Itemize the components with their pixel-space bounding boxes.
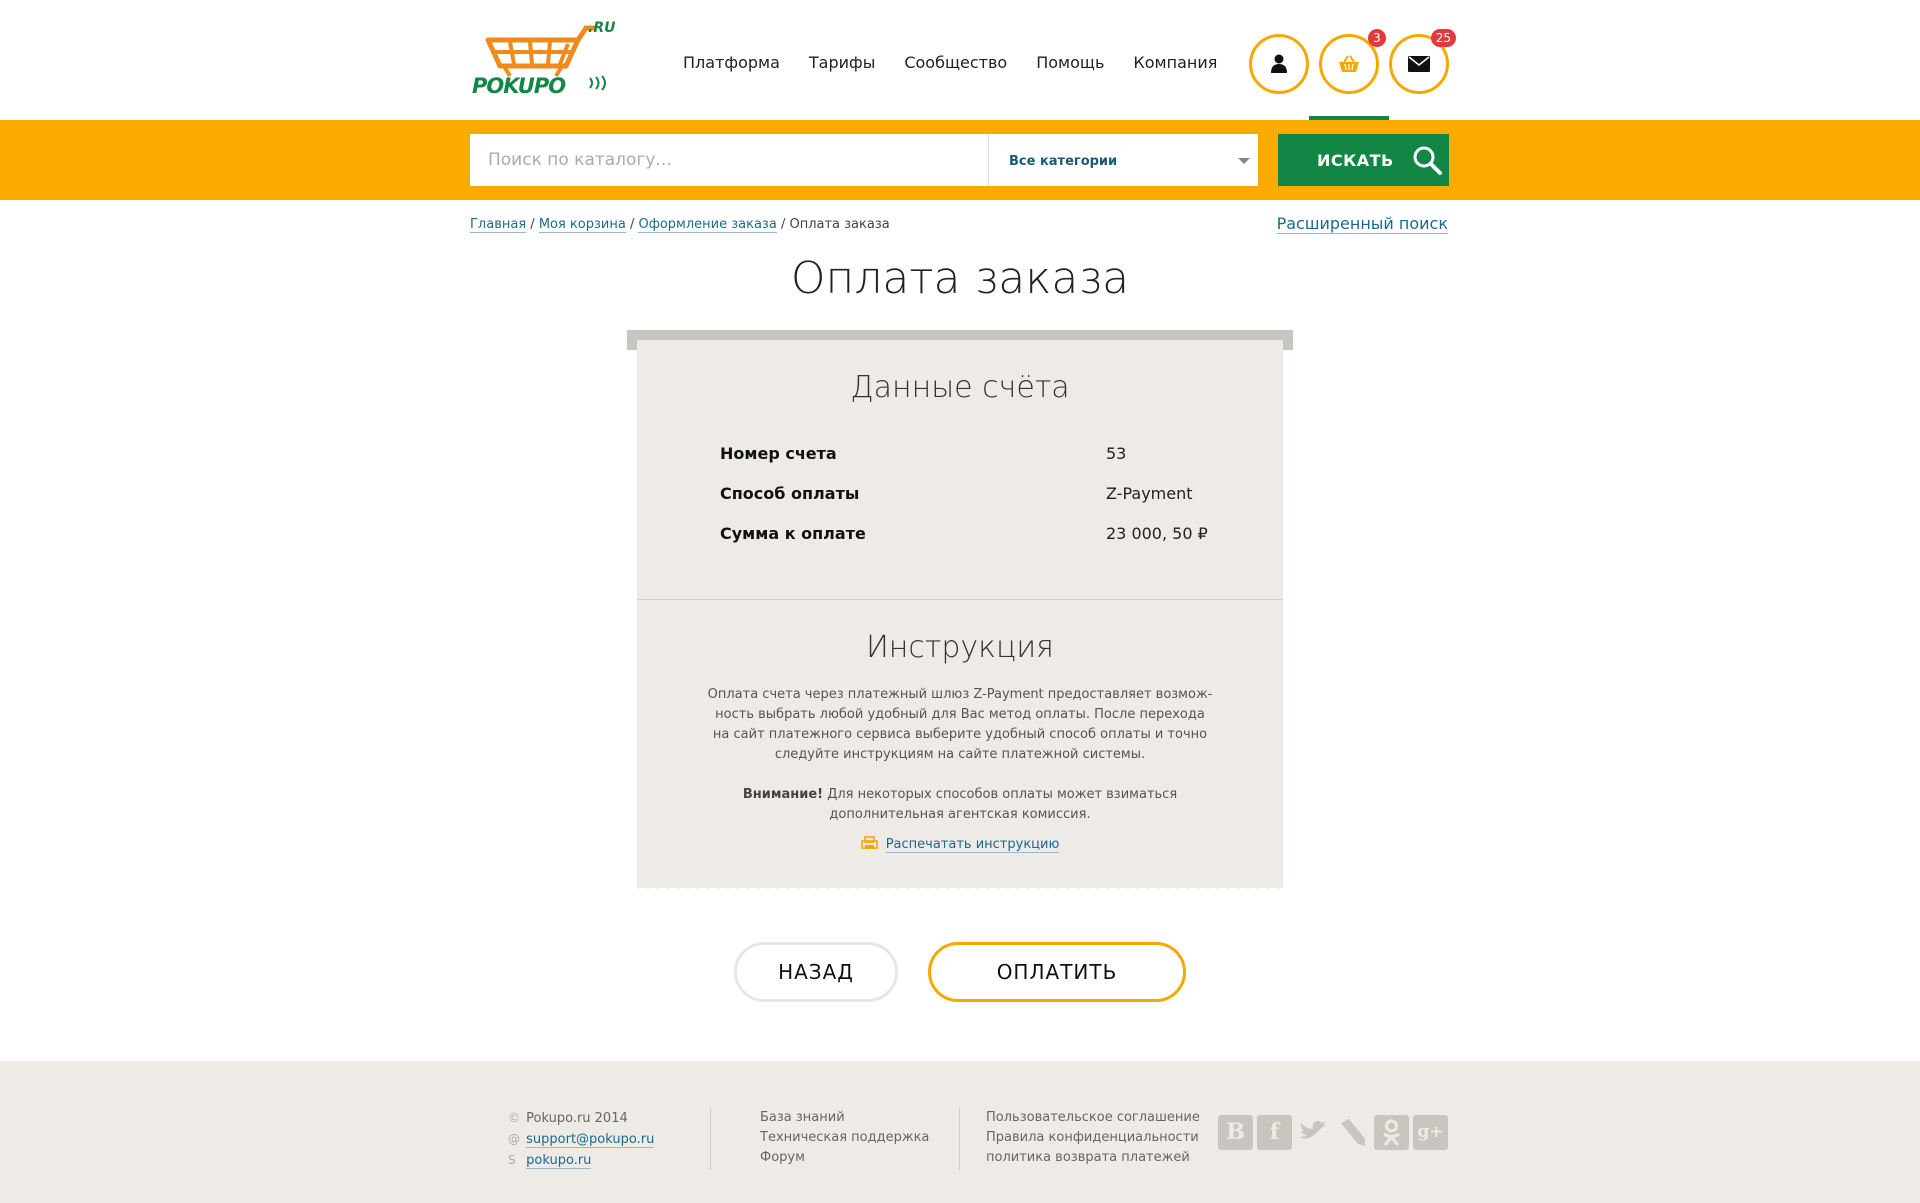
logo-text: POKUPO [472, 74, 566, 98]
ok-shape [1383, 1119, 1400, 1146]
payment-method-label: Способ оплаты [720, 484, 860, 503]
footer-help-links: База знаний Техническая поддержка Форум [760, 1108, 929, 1168]
warning-label: Внимание! [742, 787, 824, 802]
chevron-down-icon [1238, 158, 1250, 164]
logo-suffix: .RU [588, 20, 616, 36]
breadcrumb-checkout[interactable]: Оформление заказа [638, 217, 777, 233]
invoice-row: Номер счета 53 [720, 444, 1220, 463]
page-title: Оплата заказа [790, 253, 1130, 304]
nav-platform[interactable]: Платформа [683, 53, 780, 72]
profile-button[interactable] [1249, 34, 1309, 94]
search-button[interactable]: ИСКАТЬ [1278, 134, 1449, 186]
facebook-icon[interactable]: f [1257, 1115, 1292, 1150]
main-nav: Платформа Тарифы Сообщество Помощь Компа… [683, 53, 1246, 72]
payment-method-value: Z-Payment [1106, 484, 1193, 503]
search-input[interactable] [470, 134, 988, 186]
instructions-title: Инструкция [866, 630, 1054, 665]
google-plus-icon[interactable]: g+ [1413, 1115, 1448, 1150]
cart-count-badge: 3 [1368, 29, 1386, 47]
section-divider [637, 599, 1283, 600]
breadcrumb-cart[interactable]: Моя корзина [538, 217, 626, 233]
odnoklassniki-icon[interactable] [1374, 1115, 1409, 1150]
nav-help[interactable]: Помощь [1036, 53, 1104, 72]
footer-email-link[interactable]: support@pokupo.ru [526, 1132, 655, 1148]
advanced-search-link[interactable]: Расширенный поиск [1276, 214, 1448, 234]
invoice-title: Данные счёта [850, 370, 1070, 405]
messages-count-badge: 25 [1430, 29, 1456, 47]
invoice-receipt: Данные счёта Номер счета 53 Способ оплат… [637, 340, 1283, 888]
user-icon [1271, 54, 1287, 73]
breadcrumb-separator: / [530, 217, 539, 232]
nav-community[interactable]: Сообщество [904, 53, 1007, 72]
instructions-warning: Внимание! Для некоторых способов оплаты … [707, 785, 1213, 825]
header: POKUPO .RU Платформа Тарифы Сообщество П… [0, 0, 1920, 120]
footer-contacts: © Pokupo.ru 2014 @ support@pokupo.ru S p… [508, 1108, 655, 1171]
footer-skype-link[interactable]: pokupo.ru [526, 1153, 592, 1169]
warning-text: Для некоторых способов оплаты может взим… [827, 787, 1178, 822]
footer-legal-links: Пользовательское соглашение Правила конф… [986, 1108, 1200, 1168]
footer-link-refund[interactable]: политика возврата платежей [986, 1148, 1200, 1168]
breadcrumb-current: Оплата заказа [789, 217, 890, 232]
search-button-label: ИСКАТЬ [1317, 150, 1394, 170]
basket-icon [1339, 55, 1359, 72]
invoice-row: Сумма к оплате 23 000, 50 ₽ [720, 524, 1220, 543]
footer-link-forum[interactable]: Форум [760, 1148, 929, 1168]
at-icon: @ [508, 1132, 520, 1146]
footer-link-privacy[interactable]: Правила конфиденциальности [986, 1128, 1200, 1148]
category-select-value: Все категории [1009, 154, 1118, 169]
breadcrumb-home[interactable]: Главная [470, 217, 527, 233]
footer-link-terms[interactable]: Пользовательское соглашение [986, 1108, 1200, 1128]
pen-shape [1341, 1119, 1365, 1146]
search-icon [1413, 146, 1442, 175]
search-bar: Все категории ИСКАТЬ [0, 120, 1920, 200]
category-select[interactable]: Все категории [988, 134, 1258, 186]
breadcrumb: Главная / Моя корзина / Оформление заказ… [470, 217, 890, 233]
footer-link-support[interactable]: Техническая поддержка [760, 1128, 929, 1148]
messages-button[interactable]: 25 [1389, 29, 1456, 94]
logo[interactable]: POKUPO .RU [470, 20, 615, 100]
printer-icon [860, 836, 878, 849]
invoice-number-value: 53 [1106, 444, 1127, 463]
invoice-number-label: Номер счета [720, 444, 837, 463]
footer-copyright: Pokupo.ru 2014 [526, 1111, 628, 1126]
footer: © Pokupo.ru 2014 @ support@pokupo.ru S p… [0, 1061, 1920, 1203]
invoice-row: Способ оплаты Z-Payment [720, 484, 1220, 503]
twitter-bird-shape [1299, 1121, 1327, 1139]
twitter-icon[interactable] [1296, 1115, 1331, 1150]
nav-tariffs[interactable]: Тарифы [809, 53, 875, 72]
vk-icon[interactable]: B [1218, 1115, 1253, 1150]
cart-button[interactable]: 3 [1319, 29, 1386, 94]
receipt-torn-edge [637, 884, 1283, 890]
footer-divider [959, 1108, 960, 1170]
back-button[interactable]: НАЗАД [734, 942, 898, 1002]
skype-icon: S [508, 1153, 516, 1167]
pay-button[interactable]: ОПЛАТИТЬ [928, 942, 1186, 1002]
instructions-text: Оплата счета через платежный шлюз Z-Paym… [707, 687, 1213, 762]
footer-link-knowledge-base[interactable]: База знаний [760, 1108, 929, 1128]
livejournal-icon[interactable] [1335, 1115, 1370, 1150]
print-instructions: Распечатать инструкцию [707, 835, 1213, 855]
envelope-icon [1408, 56, 1430, 72]
copyright-icon: © [508, 1111, 520, 1125]
amount-value: 23 000, 50 ₽ [1106, 524, 1208, 543]
footer-divider [710, 1108, 711, 1170]
nav-company[interactable]: Компания [1133, 53, 1217, 72]
print-instructions-link[interactable]: Распечатать инструкцию [885, 837, 1060, 853]
amount-label: Сумма к оплате [720, 524, 866, 543]
